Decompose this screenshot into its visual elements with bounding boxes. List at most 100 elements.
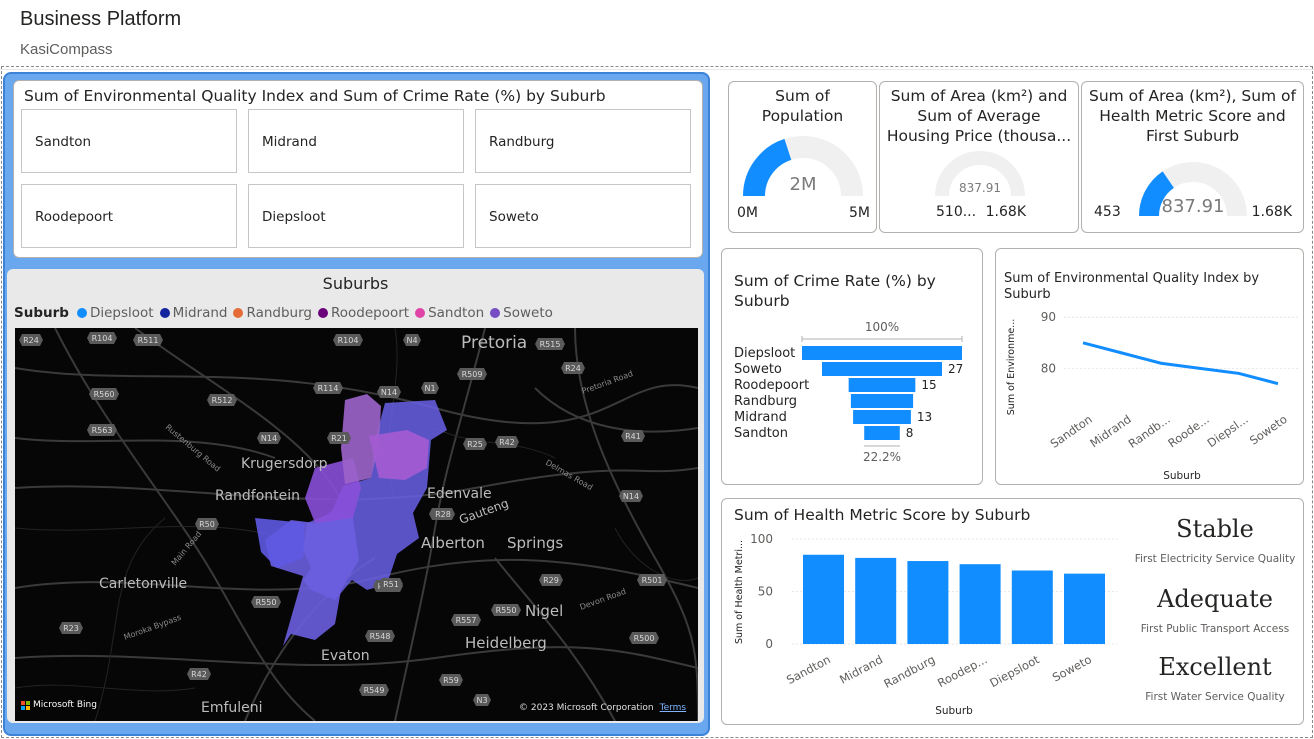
suburbs-map-visual[interactable]: Suburbs Suburb Diepsloot Midrand Randbur…: [7, 269, 704, 723]
road-shield: R550: [251, 596, 281, 608]
bar[interactable]: [1064, 573, 1105, 644]
road-shield-label: R563: [92, 426, 113, 435]
road-shield-label: R24: [565, 364, 581, 373]
suburb-slicer[interactable]: Sum of Environmental Quality Index and S…: [13, 80, 703, 258]
bar[interactable]: [803, 554, 844, 644]
gauge-value: 837.91: [1162, 196, 1225, 217]
slicer-tile-diepsloot[interactable]: Diepsloot: [248, 184, 464, 248]
road-shield: R104: [333, 334, 363, 346]
funnel-bar[interactable]: [848, 378, 916, 392]
legend-item-soweto[interactable]: Soweto: [490, 305, 553, 321]
road-shield-label: R41: [625, 432, 641, 441]
x-tick-label: Midrand: [1087, 412, 1133, 450]
map-canvas[interactable]: R24 R104 R511 R104 N4 R515 R24 R560 R512 R114 N14 N…: [15, 328, 698, 721]
suburb-regions[interactable]: [255, 394, 447, 646]
road-shield-label: R104: [92, 334, 113, 343]
funnel-category-label: Soweto: [734, 362, 782, 377]
road-shield: R515: [535, 338, 565, 350]
road-shield: R557: [451, 614, 481, 626]
road-shield-label: R515: [540, 340, 561, 349]
road-shield: N3: [473, 694, 491, 706]
x-tick-label: Randb...: [1126, 412, 1173, 451]
road-shield: R51: [379, 578, 403, 590]
road-shield: R21: [327, 432, 351, 444]
road-shield-label: R511: [138, 336, 159, 345]
road-shield-label: R501: [642, 576, 663, 585]
gauge-fill: [743, 138, 792, 197]
road-shield-label: R560: [94, 390, 115, 399]
road-shield: R41: [621, 430, 645, 442]
legend-item-randburg[interactable]: Randburg: [233, 305, 312, 321]
slicer-tile-roodepoort[interactable]: Roodepoort: [21, 184, 237, 248]
legend-dot: [317, 308, 328, 318]
road-shield: R25: [463, 438, 487, 450]
series-line[interactable]: [1082, 341, 1279, 386]
funnel-category-label: Diepsloot: [734, 346, 795, 361]
legend-item-midrand[interactable]: Midrand: [159, 305, 227, 321]
road-shield-label: R24: [23, 336, 39, 345]
slicer-tile-sandton[interactable]: Sandton: [21, 109, 237, 173]
legend-dot: [415, 308, 426, 318]
road-shield-label: R50: [199, 520, 215, 529]
road-shield: R23: [59, 622, 83, 634]
place-label: Heidelberg: [465, 634, 547, 652]
bar[interactable]: [1011, 570, 1053, 645]
bar[interactable]: [907, 561, 949, 644]
road-shield-label: R104: [338, 336, 359, 345]
environmental-quality-line-chart[interactable]: Sum of Environmental Quality Index by Su…: [995, 248, 1304, 485]
bar[interactable]: [959, 564, 1001, 644]
funnel-bar[interactable]: [850, 394, 914, 408]
y-tick-label: 90: [1041, 310, 1056, 324]
slicer-tile-randburg[interactable]: Randburg: [475, 109, 691, 173]
funnel-bar[interactable]: [822, 362, 942, 376]
road-shield: R549: [359, 684, 389, 696]
funnel-bar[interactable]: [864, 426, 900, 440]
place-label: Pretoria: [461, 333, 527, 353]
y-tick-label: 100: [750, 532, 773, 546]
funnel-bar[interactable]: [802, 346, 962, 360]
road-shield-label: N1: [424, 384, 435, 393]
x-axis-title: Suburb: [1163, 470, 1201, 482]
app-subtitle: KasiCompass: [20, 41, 113, 58]
legend-title: Suburb: [14, 305, 69, 321]
crime-rate-funnel[interactable]: Sum of Crime Rate (%) by Suburb 100% Diep…: [721, 248, 983, 485]
road-shield-label: R51: [383, 580, 399, 589]
road-shield-label: R509: [462, 370, 483, 379]
legend-item-sandton[interactable]: Sandton: [415, 305, 484, 321]
road-shield: R114: [313, 382, 343, 394]
road-shield: R104: [87, 332, 117, 344]
road-shield-label: N4: [406, 336, 417, 345]
gauge-min-label: 0M: [737, 205, 758, 221]
funnel-category-label: Midrand: [734, 410, 787, 425]
slicer-tile-midrand[interactable]: Midrand: [248, 109, 464, 173]
health-metric-bar-chart[interactable]: Sum of Health Metric Score by Suburb 0 50…: [721, 498, 1304, 725]
gauge-area-health[interactable]: Sum of Area (km²), Sum of Health Metric …: [1081, 81, 1304, 233]
road-shield-label: R557: [456, 616, 477, 625]
slicer-tile-soweto[interactable]: Soweto: [475, 184, 691, 248]
card-water-label: First Water Service Quality: [1145, 691, 1285, 703]
bar[interactable]: [855, 557, 897, 644]
road-shield: R512: [207, 394, 237, 406]
road-shield-label: R550: [256, 598, 277, 607]
legend-label: Sandton: [428, 305, 485, 321]
road-shield-label: N14: [261, 434, 277, 443]
y-axis-title: Sum of Environme...: [1006, 319, 1017, 415]
terms-link[interactable]: Terms: [660, 703, 687, 713]
funnel-bar[interactable]: [853, 410, 911, 424]
legend-item-diepsloot[interactable]: Diepsloot: [76, 305, 154, 321]
gauge-max-label: 1.68K: [1252, 204, 1293, 220]
road-shield-label: R500: [634, 634, 655, 643]
gauge-area-housing[interactable]: Sum of Area (km²) and Sum of Average Hou…: [879, 81, 1079, 233]
road-shield: R509: [457, 368, 487, 380]
gauge-min-label: 453: [1094, 204, 1121, 220]
road-shield: R548: [365, 630, 395, 642]
y-tick-label: 80: [1041, 361, 1056, 375]
road-shield: R560: [89, 388, 119, 400]
x-tick-label: Diepsl...: [1205, 412, 1251, 450]
gauge-population[interactable]: Sum of Population 2M 0M 5M: [728, 81, 877, 233]
legend-item-roodepoort[interactable]: Roodepoort: [317, 305, 409, 321]
road-shield: N14: [619, 490, 643, 502]
road-shield-label: R548: [370, 632, 391, 641]
road-shield: N1: [421, 382, 439, 394]
legend-label: Diepsloot: [89, 305, 154, 321]
